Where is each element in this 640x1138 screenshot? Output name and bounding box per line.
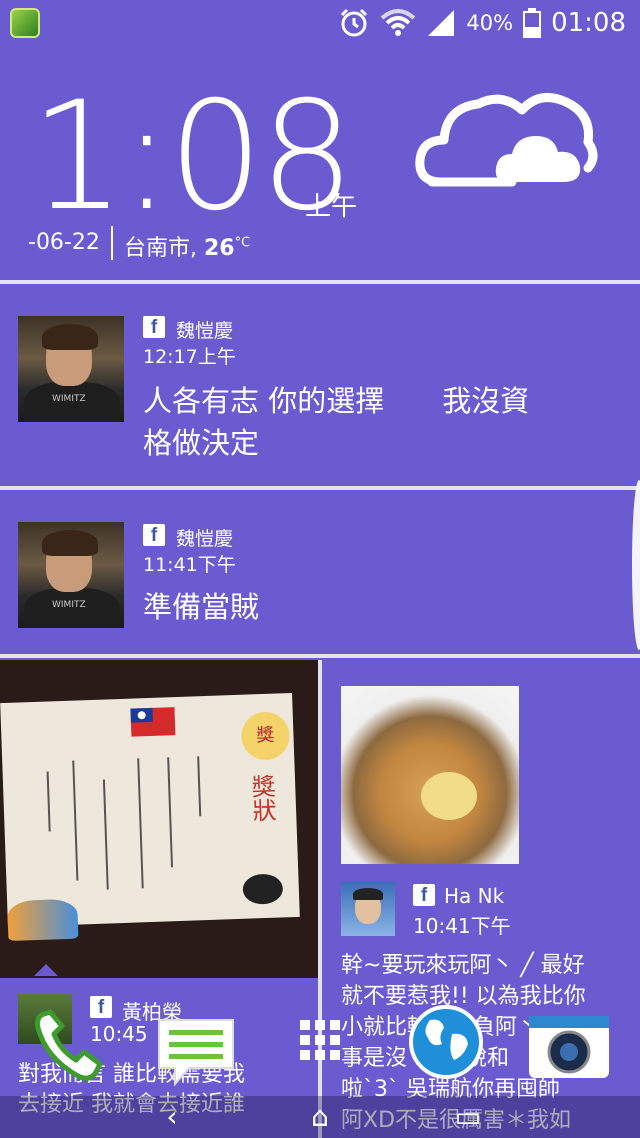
card-pointer — [34, 964, 58, 976]
post-text-line: 格做決定 — [143, 426, 260, 460]
app-grid-icon[interactable] — [298, 1018, 342, 1062]
navigation-bar: ‹ ⌂ ▭ — [0, 1096, 640, 1138]
certificate-paper: 獎 獎狀 — [0, 692, 300, 942]
wifi-icon — [381, 9, 416, 36]
avatar[interactable]: WIMITZ — [18, 522, 124, 628]
post-text: 準備當賊 — [143, 590, 260, 624]
globe-icon[interactable] — [408, 1004, 484, 1080]
certificate-title: 獎狀 — [246, 773, 277, 823]
feed-divider — [0, 654, 640, 658]
post-author: 魏愷慶 — [176, 320, 234, 342]
bowling-icon — [242, 873, 284, 905]
status-bar: 40% 01:08 — [0, 0, 640, 46]
clock-date: -06-22 — [28, 230, 100, 255]
clock-divider — [111, 226, 113, 260]
feed-post[interactable]: WIMITZ f 魏愷慶 11:41下午 準備當賊 — [0, 490, 640, 654]
status-time: 01:08 — [551, 8, 626, 38]
avatar[interactable] — [341, 882, 395, 936]
post-text-line: 人各有志 你的選擇 我沒資 — [143, 384, 530, 418]
post-time: 11:41下午 — [143, 554, 236, 576]
battery-icon — [523, 8, 542, 38]
post-text: 人各有志 你的選擇 我沒資 格做決定 — [143, 380, 529, 464]
recents-button[interactable]: ▭ — [448, 1098, 488, 1136]
facebook-icon: f — [143, 316, 165, 338]
post-author: Ha Nk — [444, 884, 505, 908]
back-button[interactable]: ‹ — [152, 1098, 192, 1136]
clock-ampm: 上午 — [305, 192, 358, 222]
clock-time: 1:08 — [30, 70, 355, 244]
app-dock — [0, 996, 640, 1096]
flag-icon — [130, 707, 176, 737]
clock-weather-widget[interactable]: 1:08 上午 -06-22 台南市, 26°C — [0, 46, 640, 278]
post-time: 10:41下午 — [413, 914, 511, 938]
camera-icon[interactable] — [527, 1014, 611, 1080]
certificate-photo[interactable]: 獎 獎狀 — [0, 660, 318, 978]
kids-illustration — [7, 898, 79, 942]
facebook-icon: f — [413, 884, 435, 906]
medal-icon: 獎 — [240, 711, 291, 761]
facebook-icon: f — [143, 524, 165, 546]
noodle-photo[interactable] — [341, 686, 519, 864]
game-app-icon[interactable] — [10, 8, 40, 38]
weather-info: 台南市, 26°C — [124, 230, 250, 262]
weather-city: 台南市, — [124, 236, 197, 261]
post-text-line: 幹~要玩來玩阿丶 ╱ 最好 — [341, 953, 585, 978]
post-time: 12:17上午 — [143, 346, 236, 368]
home-button[interactable]: ⌂ — [300, 1098, 340, 1136]
certificate-text-lines — [42, 755, 227, 901]
message-icon[interactable] — [155, 1016, 237, 1090]
weather-unit: °C — [234, 235, 251, 251]
weather-temperature: 26 — [204, 236, 235, 261]
feed-post[interactable]: WIMITZ f 魏愷慶 12:17上午 人各有志 你的選擇 我沒資 格做決定 — [0, 284, 640, 486]
avatar[interactable]: WIMITZ — [18, 316, 124, 422]
battery-percent: 40% — [466, 11, 514, 35]
phone-icon[interactable] — [30, 1006, 110, 1086]
edge-glow — [632, 480, 640, 650]
alarm-clock-icon — [341, 8, 368, 37]
cloudy-icon[interactable] — [412, 86, 602, 196]
status-icons: 40% 01:08 — [338, 6, 626, 40]
post-author: 魏愷慶 — [176, 528, 234, 550]
cell-signal-icon — [428, 10, 455, 36]
